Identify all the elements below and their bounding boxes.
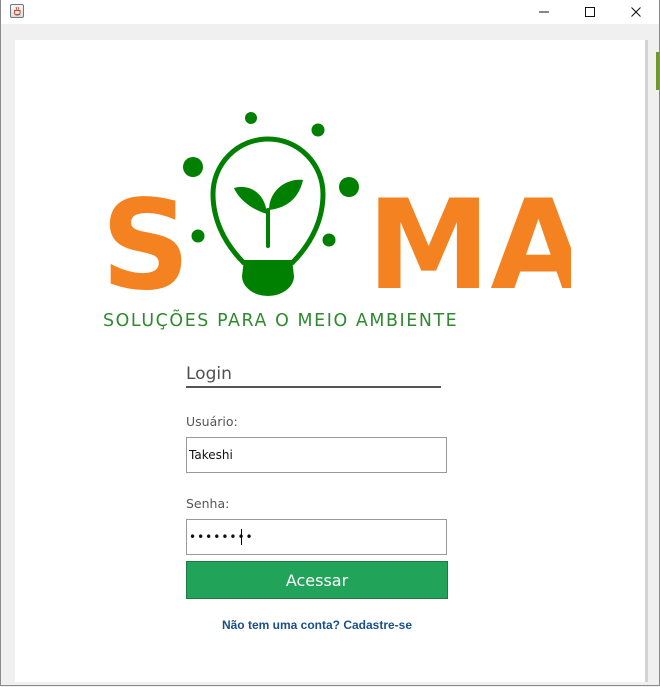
java-coffee-icon bbox=[10, 4, 24, 18]
soma-logo: S MA bbox=[101, 112, 571, 310]
password-label: Senha: bbox=[186, 496, 230, 511]
logo-tagline: SOLUÇÕES PARA O MEIO AMBIENTE bbox=[103, 311, 459, 331]
minimize-icon bbox=[539, 11, 549, 13]
close-button[interactable] bbox=[613, 0, 659, 24]
app-window: S MA SOLUÇÕES PARA O MEIO AMBIENTE Login… bbox=[0, 0, 660, 686]
login-panel: S MA SOLUÇÕES PARA O MEIO AMBIENTE Login… bbox=[15, 40, 645, 682]
logo-letter-s: S bbox=[101, 174, 190, 310]
background-window-edge bbox=[656, 52, 659, 90]
signup-link[interactable]: Não tem uma conta? Cadastre-se bbox=[186, 618, 448, 632]
lightbulb-sprout-icon bbox=[183, 112, 359, 296]
username-input[interactable] bbox=[186, 437, 447, 473]
maximize-icon bbox=[585, 7, 595, 17]
minimize-button[interactable] bbox=[521, 0, 567, 24]
panel-shadow bbox=[645, 40, 648, 682]
maximize-button[interactable] bbox=[567, 0, 613, 24]
title-bar[interactable] bbox=[1, 0, 659, 24]
username-label: Usuário: bbox=[186, 414, 238, 429]
acessar-button[interactable]: Acessar bbox=[186, 561, 448, 599]
login-title: Login bbox=[186, 364, 441, 388]
close-icon bbox=[631, 7, 641, 17]
text-caret bbox=[241, 529, 242, 545]
password-input[interactable] bbox=[186, 519, 447, 555]
logo-letters-ma: MA bbox=[367, 174, 571, 310]
